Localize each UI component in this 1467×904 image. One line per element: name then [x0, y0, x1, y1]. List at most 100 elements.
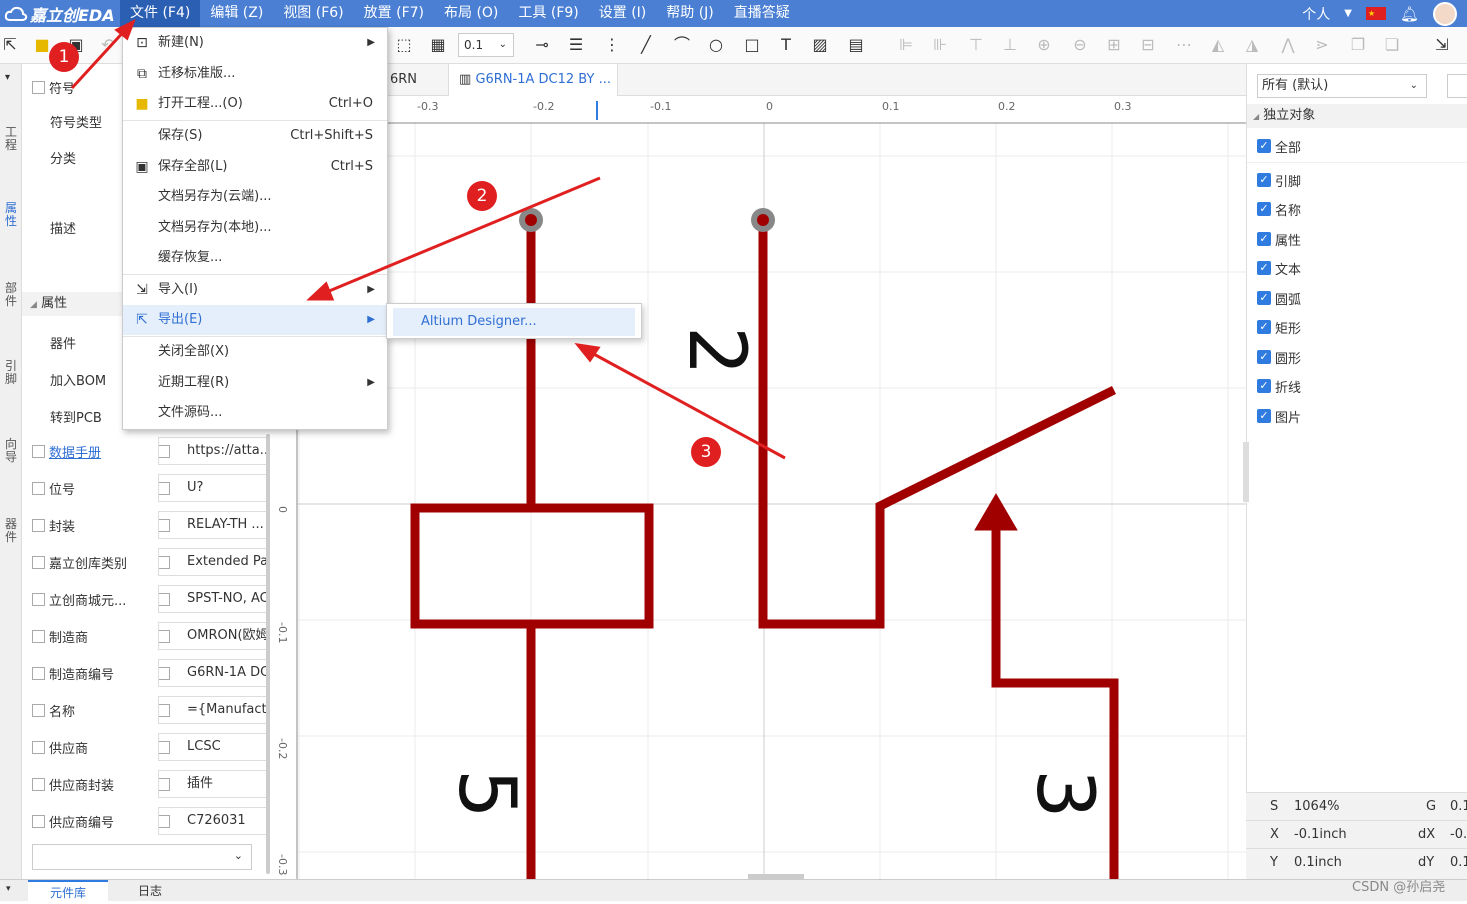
menu-open-project[interactable]: ■ 打开工程...(O) Ctrl+O	[123, 89, 387, 119]
check-rectangle[interactable]: ✓ 矩形	[1257, 317, 1301, 337]
align-bottom-icon[interactable]: ⊥	[1000, 35, 1020, 55]
align-right-icon[interactable]: ⊪	[930, 35, 950, 55]
vtab-pins[interactable]: 引脚	[2, 360, 20, 386]
check-image[interactable]: ✓ 图片	[1257, 406, 1301, 426]
tab-6rn[interactable]: 6RN	[386, 64, 421, 96]
schematic-canvas[interactable]: -0.3 -0.2 -0.1 0 0.1 0.2 0.3 0 -0.1 -0.2…	[270, 96, 1246, 879]
prop-value-field[interactable]: 插件	[158, 770, 274, 798]
prop-value-field[interactable]: G6RN-1A DC	[158, 659, 274, 687]
tab-log[interactable]: 日志	[120, 880, 180, 902]
distribute-h-icon[interactable]: ⊞	[1104, 35, 1124, 55]
check-all[interactable]: ✓ 全部	[1257, 136, 1301, 156]
grid-icon[interactable]: ▦	[428, 35, 448, 55]
menu-recent-projects[interactable]: 近期工程(R) ▶	[123, 368, 387, 398]
prop-value-checkbox[interactable]	[159, 593, 170, 606]
tab-library[interactable]: 元件库	[28, 880, 108, 902]
rectangle-icon[interactable]: □	[742, 35, 762, 55]
chevron-down-icon[interactable]: ▼	[1344, 8, 1352, 19]
filter-select[interactable]: 所有 (默认) ⌄	[1257, 74, 1427, 98]
prop-value-checkbox[interactable]	[159, 445, 170, 458]
menu-file-source[interactable]: 文件源码...	[123, 398, 387, 428]
prop-value-checkbox[interactable]	[159, 704, 170, 717]
menu-place[interactable]: 放置 (F7)	[354, 0, 434, 27]
pin-panel-icon[interactable]: ▾	[6, 884, 11, 894]
prop-value-field[interactable]: C726031	[158, 807, 274, 835]
zoom-area-icon[interactable]: ⬚	[394, 35, 414, 55]
align-middle-icon[interactable]: ⊖	[1070, 35, 1090, 55]
vtab-parts[interactable]: 部件	[2, 282, 20, 308]
align-left-icon[interactable]: ⊫	[896, 35, 916, 55]
symbol-checkbox[interactable]	[32, 80, 45, 94]
prop-value-checkbox[interactable]	[159, 778, 170, 791]
check-attributes[interactable]: ✓ 属性	[1257, 229, 1301, 249]
bus-icon[interactable]: ☰	[566, 35, 586, 55]
menu-new[interactable]: ⊡ 新建(N) ▶	[123, 28, 387, 58]
menu-export[interactable]: ⇱ 导出(E) ▶	[123, 305, 387, 335]
align-top-icon[interactable]: ⊤	[966, 35, 986, 55]
flip-h-icon[interactable]: ⋀	[1278, 35, 1298, 55]
menu-save-as-cloud[interactable]: 文档另存为(云端)...	[123, 182, 387, 212]
prop-checkbox[interactable]	[32, 444, 45, 458]
menu-help[interactable]: 帮助 (J)	[656, 0, 724, 27]
prop-value-field[interactable]: https://atta...	[158, 437, 274, 465]
datasheet-link[interactable]: 数据手册	[49, 442, 101, 461]
check-pins[interactable]: ✓ 引脚	[1257, 170, 1301, 190]
menu-file[interactable]: 文件 (F4)	[120, 0, 201, 27]
export-altium-designer[interactable]: Altium Designer...	[393, 308, 635, 336]
image-icon[interactable]: ▨	[810, 35, 830, 55]
prop-checkbox[interactable]	[32, 481, 45, 495]
prop-value-field[interactable]: LCSC	[158, 733, 274, 761]
rotate-left-icon[interactable]: ◭	[1208, 35, 1228, 55]
app-logo[interactable]: 嘉立创EDA	[0, 2, 120, 26]
pointer-settings-icon[interactable]: ⇲	[1432, 35, 1452, 55]
prop-checkbox[interactable]	[32, 777, 45, 791]
prop-value-checkbox[interactable]	[159, 482, 170, 495]
menu-save-as-local[interactable]: 文档另存为(本地)...	[123, 213, 387, 243]
prop-value-checkbox[interactable]	[159, 741, 170, 754]
prop-value-checkbox[interactable]	[159, 519, 170, 532]
menu-layout[interactable]: 布局 (O)	[434, 0, 508, 27]
prop-checkbox[interactable]	[32, 703, 45, 717]
check-polyline[interactable]: ✓ 折线	[1257, 376, 1301, 396]
align-center-icon[interactable]: ⊕	[1034, 35, 1054, 55]
menu-view[interactable]: 视图 (F6)	[273, 0, 353, 27]
prop-checkbox[interactable]	[32, 740, 45, 754]
prop-value-field[interactable]: RELAY-TH ...	[158, 511, 274, 539]
table-icon[interactable]: ▤	[846, 35, 866, 55]
menu-save[interactable]: 保存(S) Ctrl+Shift+S	[123, 121, 387, 151]
prop-checkbox[interactable]	[32, 555, 45, 569]
menu-close-all[interactable]: 关闭全部(X)	[123, 337, 387, 367]
menu-edit[interactable]: 编辑 (Z)	[200, 0, 273, 27]
prop-value-field[interactable]: SPST-NO, AC	[158, 585, 274, 613]
bring-front-icon[interactable]: ❐	[1348, 35, 1368, 55]
menu-cache-restore[interactable]: 缓存恢复...	[123, 243, 387, 273]
prop-checkbox[interactable]	[32, 518, 45, 532]
check-circle[interactable]: ✓ 圆形	[1257, 347, 1301, 367]
pin-panel-icon[interactable]: ▾	[5, 72, 10, 83]
prop-checkbox[interactable]	[32, 666, 45, 680]
filter-extra-box[interactable]	[1447, 74, 1467, 98]
vtab-properties[interactable]: 属性	[2, 202, 20, 228]
menu-tools[interactable]: 工具 (F9)	[508, 0, 588, 27]
menu-import[interactable]: ⇲ 导入(I) ▶	[123, 275, 387, 305]
line-icon[interactable]: ╱	[636, 35, 656, 55]
text-icon[interactable]: T	[776, 35, 796, 55]
menu-migrate[interactable]: ⧉ 迁移标准版...	[123, 59, 387, 89]
prop-value-checkbox[interactable]	[159, 667, 170, 680]
check-name[interactable]: ✓ 名称	[1257, 199, 1301, 219]
vtab-wizard[interactable]: 向导	[2, 438, 20, 464]
rotate-right-icon[interactable]: ◮	[1242, 35, 1262, 55]
prop-value-checkbox[interactable]	[159, 815, 170, 828]
prop-value-checkbox[interactable]	[159, 556, 170, 569]
pin-icon[interactable]: ⊸	[532, 35, 552, 55]
prop-checkbox[interactable]	[32, 629, 45, 643]
prop-value-checkbox[interactable]	[159, 630, 170, 643]
check-arc[interactable]: ✓ 圆弧	[1257, 288, 1301, 308]
prop-value-field[interactable]: ={Manufactu	[158, 696, 274, 724]
avatar[interactable]	[1433, 1, 1457, 26]
check-text[interactable]: ✓ 文本	[1257, 258, 1301, 278]
vtab-device[interactable]: 器件	[2, 518, 20, 544]
prop-value-field[interactable]: U?	[158, 474, 274, 502]
bell-icon[interactable]: 🔔︎	[1400, 5, 1419, 23]
user-menu[interactable]: 个人	[1302, 4, 1330, 24]
